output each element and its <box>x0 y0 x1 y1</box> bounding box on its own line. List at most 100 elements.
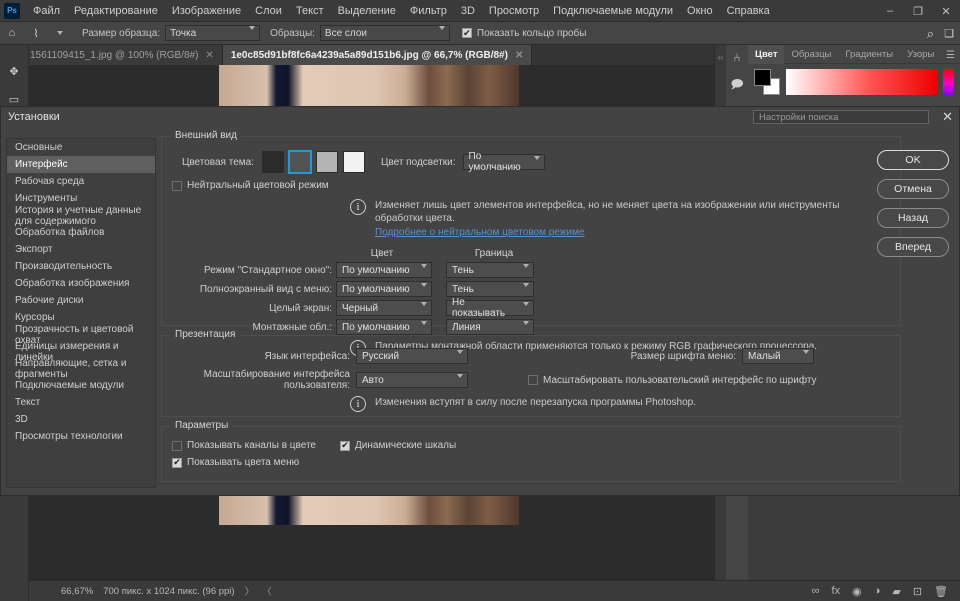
ui-language-select[interactable]: Русский <box>356 348 468 364</box>
nav-item-image-processing[interactable]: Обработка изображения <box>7 275 155 292</box>
fullscreen-menu-border-select[interactable]: Тень <box>446 281 534 297</box>
preferences-close-icon[interactable]: ✕ <box>942 109 953 125</box>
tab-patterns[interactable]: Узоры <box>900 45 941 64</box>
nav-item-type[interactable]: Текст <box>7 394 155 411</box>
layer-style-icon[interactable]: fx <box>832 585 841 597</box>
fullscreen-menu-border-value: Тень <box>452 284 474 295</box>
scale-ui-to-font-checkbox[interactable]: Масштабировать пользовательский интерфей… <box>528 375 817 386</box>
ok-button[interactable]: OK <box>877 150 949 170</box>
menu-select[interactable]: Выделение <box>331 3 403 19</box>
link-layers-icon[interactable]: ∞ <box>812 585 820 597</box>
fullscreen-color-select[interactable]: Черный <box>336 300 432 316</box>
menu-help[interactable]: Справка <box>720 3 777 19</box>
minimize-button[interactable]: – <box>876 0 904 22</box>
standard-window-border-select[interactable]: Тень <box>446 262 534 278</box>
preferences-category-list[interactable]: Основные Интерфейс Рабочая среда Инструм… <box>6 138 156 488</box>
menu-image[interactable]: Изображение <box>165 3 248 19</box>
menu-layers[interactable]: Слои <box>248 3 289 19</box>
back-button[interactable]: Назад <box>877 208 949 228</box>
forward-button[interactable]: Вперед <box>877 237 949 257</box>
adjustment-layer-icon[interactable]: ◑ <box>874 585 881 597</box>
neutral-mode-learn-more-link[interactable]: Подробнее о нейтральном цветовом режиме <box>375 227 584 238</box>
menu-3d[interactable]: 3D <box>454 3 482 19</box>
workspace-icon[interactable]: ❑ <box>944 27 954 40</box>
standard-window-color-select[interactable]: По умолчанию <box>336 262 432 278</box>
highlight-color-select[interactable]: По умолчанию <box>463 154 545 170</box>
nav-item-workspace[interactable]: Рабочая среда <box>7 173 155 190</box>
tab-color[interactable]: Цвет <box>748 45 784 64</box>
menu-window[interactable]: Окно <box>680 3 720 19</box>
nav-item-plugins[interactable]: Подключаемые модули <box>7 377 155 394</box>
nav-item-export[interactable]: Экспорт <box>7 241 155 258</box>
tab-swatches[interactable]: Образцы <box>784 45 838 64</box>
nav-item-technology-previews[interactable]: Просмотры технологии <box>7 428 155 445</box>
layer-mask-icon[interactable]: ◉ <box>852 585 862 598</box>
nav-item-3d[interactable]: 3D <box>7 411 155 428</box>
eyedropper-icon[interactable]: ⌇ <box>24 22 48 44</box>
new-layer-icon[interactable]: ⊡ <box>913 585 922 598</box>
theme-swatch-lightest[interactable] <box>343 151 365 173</box>
theme-swatch-dark[interactable] <box>289 151 311 173</box>
sample-size-select[interactable]: Точка <box>165 25 260 41</box>
artboards-color-select[interactable]: По умолчанию <box>336 319 432 335</box>
foreground-color-swatch[interactable] <box>754 69 771 86</box>
color-ramp[interactable] <box>786 69 937 95</box>
preferences-body: Основные Интерфейс Рабочая среда Инструм… <box>1 126 960 496</box>
nav-item-scratch-disks[interactable]: Рабочие диски <box>7 292 155 309</box>
comments-icon[interactable]: 🗩 <box>730 75 743 96</box>
menu-view[interactable]: Просмотр <box>482 3 546 19</box>
nav-item-guides-grid-slices[interactable]: Направляющие, сетка и фрагменты <box>7 360 155 377</box>
photoshop-logo: Ps <box>4 3 20 19</box>
scale-ui-to-font-label: Масштабировать пользовательский интерфей… <box>543 375 817 386</box>
document-tab-1[interactable]: 1561109415_1.jpg @ 100% (RGB/8#) ✕ <box>22 45 223 65</box>
nav-item-history[interactable]: История и учетные данные для содержимого <box>7 207 155 224</box>
artboards-border-select[interactable]: Линия <box>446 319 534 335</box>
nav-item-interface[interactable]: Интерфейс <box>7 156 155 173</box>
menu-font-size-select[interactable]: Малый <box>742 348 814 364</box>
chevron-down-icon <box>457 354 463 365</box>
show-sampling-ring-checkbox[interactable]: Показать кольцо пробы <box>462 28 587 39</box>
status-next-icon[interactable]: 〉 <box>241 584 259 598</box>
menu-edit[interactable]: Редактирование <box>67 3 165 19</box>
photoshop-window: Ps Файл Редактирование Изображение Слои … <box>0 0 960 601</box>
search-icon[interactable]: ⌕ <box>927 26 934 42</box>
close-icon[interactable]: ✕ <box>515 50 523 61</box>
move-tool[interactable]: ✥ <box>3 61 25 81</box>
tab-gradients[interactable]: Градиенты <box>838 45 900 64</box>
dynamic-scales-checkbox[interactable]: Динамические шкалы <box>340 440 456 451</box>
zoom-level[interactable]: 66,67% <box>29 586 103 597</box>
home-icon[interactable]: ⌂ <box>0 22 24 44</box>
tab-label: 1561109415_1.jpg @ 100% (RGB/8#) <box>30 50 198 61</box>
menu-text[interactable]: Текст <box>289 3 331 19</box>
show-channels-in-color-checkbox[interactable]: Показывать каналы в цвете <box>172 440 316 451</box>
nav-item-file-handling[interactable]: Обработка файлов <box>7 224 155 241</box>
status-prev-icon[interactable]: 〈 <box>258 584 276 598</box>
new-group-icon[interactable]: ▰ <box>892 585 900 598</box>
menu-plugins[interactable]: Подключаемые модули <box>546 3 680 19</box>
fullscreen-menu-color-select[interactable]: По умолчанию <box>336 281 432 297</box>
menu-filter[interactable]: Фильтр <box>403 3 454 19</box>
show-menu-colors-checkbox[interactable]: Показывать цвета меню <box>172 457 890 468</box>
nav-item-general[interactable]: Основные <box>7 139 155 156</box>
preferences-search-input[interactable]: Настройки поиска <box>753 110 929 124</box>
neutral-mode-info-text-wrap: Изменяет лишь цвет элементов интерфейса,… <box>375 199 890 238</box>
nav-item-performance[interactable]: Производительность <box>7 258 155 275</box>
hue-strip[interactable] <box>943 69 954 95</box>
theme-swatch-light[interactable] <box>316 151 338 173</box>
cancel-button[interactable]: Отмена <box>877 179 949 199</box>
panel-menu-icon[interactable]: ☰ <box>946 50 955 61</box>
delete-layer-icon[interactable]: 🗑 <box>934 585 948 598</box>
tool-preset-caret-icon[interactable] <box>48 22 72 44</box>
history-icon[interactable]: ⑃ <box>733 51 740 65</box>
close-icon[interactable]: ✕ <box>205 50 213 61</box>
ui-scaling-select[interactable]: Авто <box>356 372 468 388</box>
maximize-button[interactable]: ❐ <box>904 0 932 22</box>
neutral-color-mode-checkbox[interactable]: Нейтральный цветовой режим <box>172 180 890 191</box>
fullscreen-border-select[interactable]: Не показывать <box>446 300 534 316</box>
close-button[interactable]: ✕ <box>932 0 960 22</box>
presentation-group-inner: Язык интерфейса: Русский Размер шрифта м… <box>162 336 900 420</box>
menu-file[interactable]: Файл <box>26 3 67 19</box>
document-tab-2[interactable]: 1e0c85d91bf8fc6a4239a5a89d151b6.jpg @ 66… <box>223 45 533 65</box>
theme-swatch-darkest[interactable] <box>262 151 284 173</box>
samples-select[interactable]: Все слои <box>320 25 450 41</box>
